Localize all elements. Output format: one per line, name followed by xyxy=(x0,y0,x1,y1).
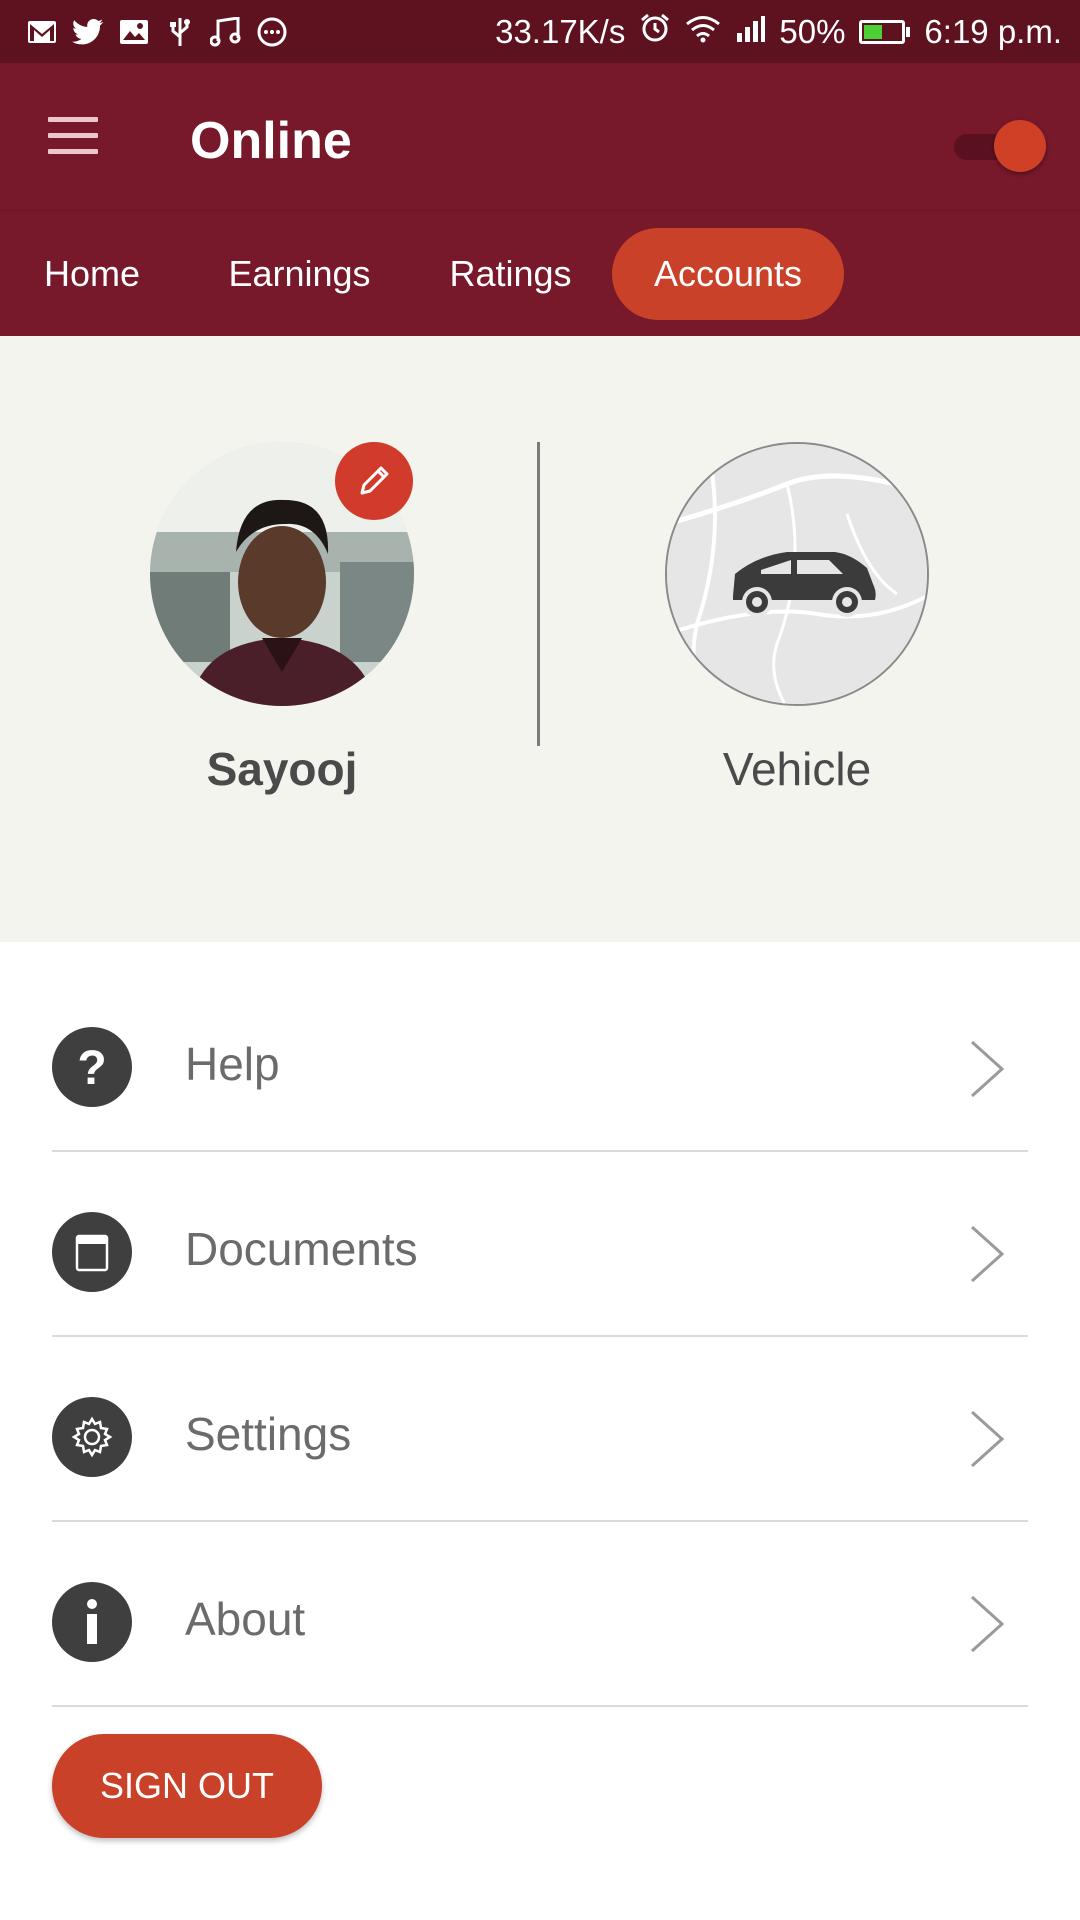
more-icon xyxy=(256,16,288,48)
page-title: Online xyxy=(190,112,352,170)
gear-icon xyxy=(52,1397,132,1477)
chevron-right-icon xyxy=(970,1225,1005,1283)
tab-ratings[interactable]: Ratings xyxy=(437,228,584,320)
sign-out-button[interactable]: SIGN OUT xyxy=(52,1734,322,1838)
edit-profile-button[interactable] xyxy=(335,442,413,520)
wifi-icon xyxy=(685,13,721,51)
svg-text:?: ? xyxy=(77,1042,106,1092)
music-icon xyxy=(210,16,242,48)
toggle-knob xyxy=(994,120,1046,172)
vehicle-map-image xyxy=(667,444,927,704)
battery-icon xyxy=(859,19,911,44)
menu-item-settings[interactable]: Settings xyxy=(52,1337,1028,1522)
tab-home[interactable]: Home xyxy=(44,228,154,320)
info-icon xyxy=(52,1582,132,1662)
tab-accounts[interactable]: Accounts xyxy=(612,228,844,320)
network-speed: 33.17K/s xyxy=(495,12,626,50)
usb-icon xyxy=(164,16,196,48)
menu-item-help[interactable]: ? Help xyxy=(52,967,1028,1152)
menu-item-about[interactable]: About xyxy=(52,1522,1028,1707)
pencil-icon xyxy=(360,466,389,495)
menu-icon[interactable] xyxy=(48,117,98,155)
document-icon xyxy=(52,1212,132,1292)
vehicle-button[interactable] xyxy=(665,442,929,706)
clock: 6:19 p.m. xyxy=(924,12,1062,50)
tab-bar: Home Earnings Ratings Accounts xyxy=(0,210,1080,336)
image-icon xyxy=(118,16,150,48)
menu-item-label: Settings xyxy=(185,1408,352,1460)
status-bar: 33.17K/s 50% 6:19 p.m. xyxy=(0,0,1080,63)
system-status: 33.17K/s 50% 6:19 p.m. xyxy=(495,12,1080,52)
signal-icon xyxy=(735,13,766,51)
chevron-right-icon xyxy=(970,1410,1005,1468)
menu-item-label: About xyxy=(185,1593,306,1645)
driver-name: Sayooj xyxy=(206,743,358,795)
section-divider xyxy=(537,442,540,746)
profile-section: Sayooj Vehicle xyxy=(0,336,1080,942)
chevron-right-icon xyxy=(970,1040,1005,1098)
menu-item-label: Help xyxy=(185,1038,280,1090)
vehicle-label: Vehicle xyxy=(722,743,872,795)
gmail-icon xyxy=(26,16,58,48)
menu-item-documents[interactable]: Documents xyxy=(52,1152,1028,1337)
twitter-icon xyxy=(72,16,104,48)
alarm-icon xyxy=(639,12,671,52)
menu-item-label: Documents xyxy=(185,1223,418,1275)
chevron-right-icon xyxy=(970,1595,1005,1653)
tab-earnings[interactable]: Earnings xyxy=(212,228,387,320)
accounts-screen: 33.17K/s 50% 6:19 p.m. Online Home Earni… xyxy=(0,0,1080,1920)
battery-percent: 50% xyxy=(779,12,846,50)
help-icon: ? xyxy=(52,1027,132,1107)
online-toggle[interactable] xyxy=(952,120,1046,172)
app-bar: Online xyxy=(0,63,1080,210)
notification-icons xyxy=(0,16,288,48)
